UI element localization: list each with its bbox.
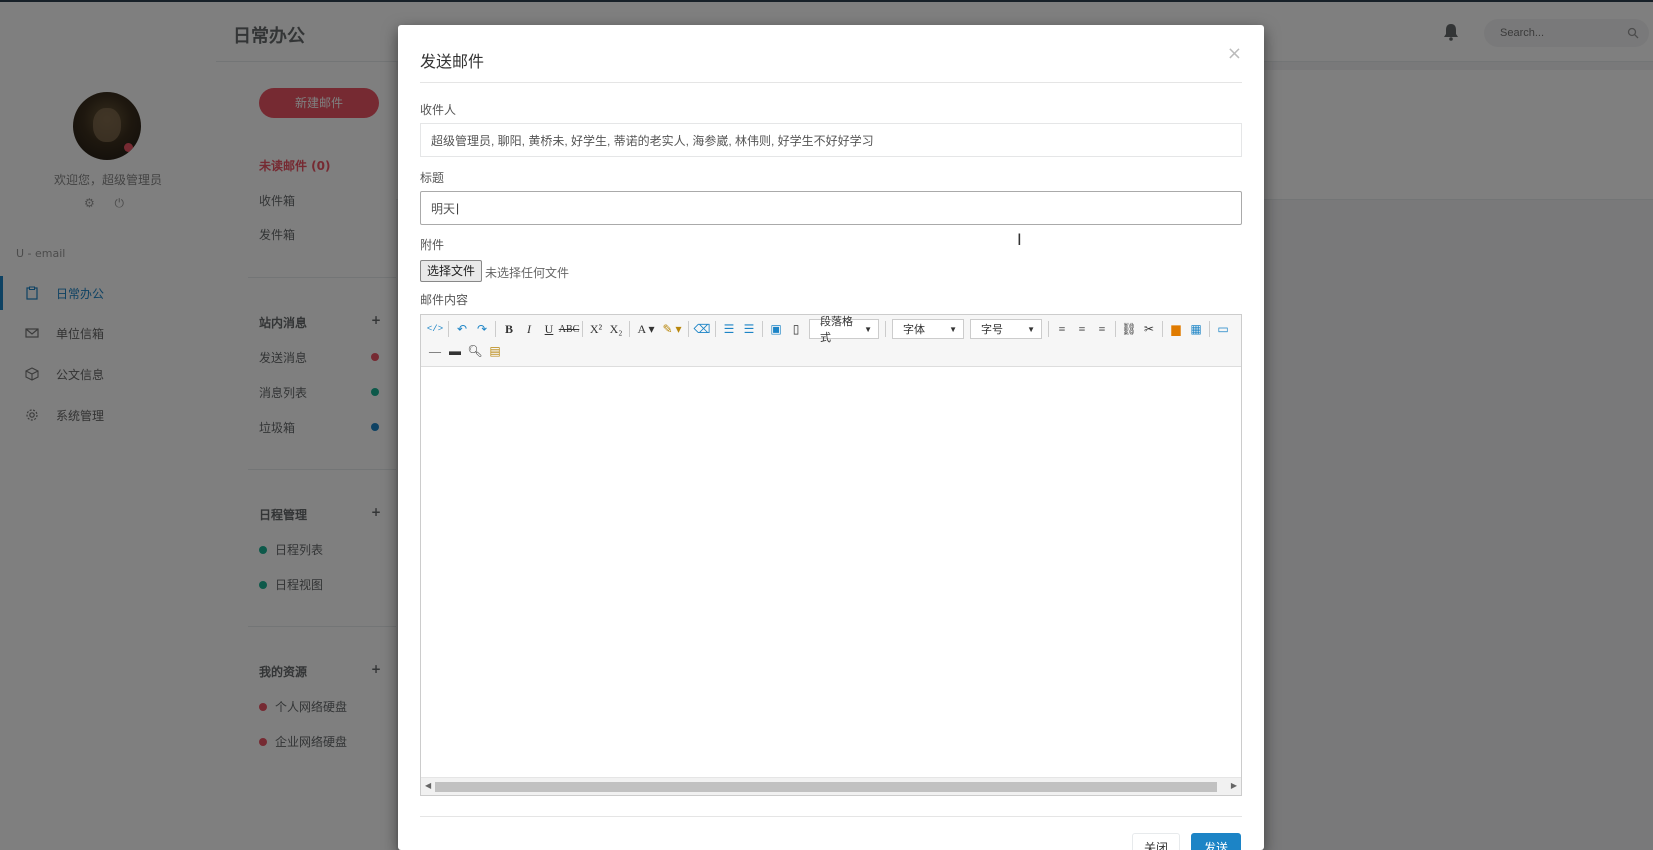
align-left-icon[interactable]: ≡	[1052, 319, 1072, 339]
text-box-icon[interactable]: ▣	[766, 319, 786, 339]
editor-content-area[interactable]	[421, 367, 1241, 777]
document-icon[interactable]: ▯	[786, 319, 806, 339]
image-icon[interactable]: ▆	[1166, 319, 1186, 339]
font-color-icon[interactable]: A ▾	[633, 319, 659, 339]
subscript-icon[interactable]: X₂	[606, 319, 626, 339]
attachment-label: 附件	[420, 238, 445, 252]
scroll-right-icon[interactable]: ▶	[1231, 781, 1237, 790]
file-status: 未选择任何文件	[485, 266, 570, 280]
italic-icon[interactable]: I	[519, 319, 539, 339]
text-cursor-icon: I	[1017, 230, 1022, 249]
fullscreen-icon[interactable]: ▭	[1213, 319, 1233, 339]
select-value: 字体	[903, 324, 925, 336]
scrollbar-thumb[interactable]	[435, 782, 1217, 792]
recipients-label: 收件人	[420, 103, 457, 117]
unordered-list-icon[interactable]: ☰	[739, 319, 759, 339]
subject-label: 标题	[420, 171, 445, 185]
font-family-select[interactable]: 字体 ▼	[892, 319, 964, 339]
table-icon[interactable]: ▦	[1186, 319, 1206, 339]
choose-file-button[interactable]: 选择文件	[420, 260, 483, 282]
horizontal-rule-icon[interactable]: —	[425, 341, 445, 361]
paragraph-format-select[interactable]: 段落格式 ▼	[809, 316, 879, 344]
divider	[420, 82, 1242, 83]
print-icon[interactable]: ▬	[445, 341, 465, 361]
underline-icon[interactable]: U	[539, 319, 559, 339]
recipients-value: 超级管理员, 聊阳, 黄桥未, 好学生, 蒂诺的老实人, 海参崴, 林伟则, 好…	[431, 133, 874, 148]
bold-icon[interactable]: B	[499, 319, 519, 339]
send-button[interactable]: 发送	[1191, 833, 1241, 850]
clear-format-icon[interactable]: ⌫	[692, 319, 712, 339]
strikethrough-icon[interactable]: ABC	[559, 319, 580, 339]
font-size-select[interactable]: 字号 ▼	[970, 319, 1042, 339]
superscript-icon[interactable]: X²	[586, 319, 606, 339]
dialog-title: 发送邮件	[420, 52, 485, 71]
source-code-icon[interactable]: </>	[425, 319, 445, 339]
send-mail-dialog: 发送邮件 × 收件人 超级管理员, 聊阳, 黄桥未, 好学生, 蒂诺的老实人, …	[398, 25, 1264, 850]
recipients-field[interactable]: 超级管理员, 聊阳, 黄桥未, 好学生, 蒂诺的老实人, 海参崴, 林伟则, 好…	[420, 123, 1242, 157]
content-label: 邮件内容	[420, 293, 469, 307]
divider	[420, 816, 1242, 817]
subject-value: 明天	[431, 201, 456, 216]
paste-icon[interactable]: ▤	[485, 341, 505, 361]
ordered-list-icon[interactable]: ☰	[719, 319, 739, 339]
close-icon[interactable]: ×	[1227, 43, 1242, 64]
align-right-icon[interactable]: ≡	[1092, 319, 1112, 339]
select-value: 字号	[981, 324, 1003, 336]
unlink-icon[interactable]: ✂	[1139, 319, 1159, 339]
highlight-color-icon[interactable]: ✎ ▾	[659, 319, 685, 339]
horizontal-scrollbar[interactable]: ◀ ▶	[421, 777, 1241, 795]
subject-field[interactable]: 明天 |	[420, 191, 1242, 225]
redo-icon[interactable]: ↷	[472, 319, 492, 339]
undo-icon[interactable]: ↶	[452, 319, 472, 339]
link-icon[interactable]: ⛓	[1119, 319, 1139, 339]
preview-icon[interactable]: 🔍︎	[465, 341, 485, 361]
select-value: 段落格式	[820, 316, 853, 344]
align-center-icon[interactable]: ≡	[1072, 319, 1092, 339]
scroll-left-icon[interactable]: ◀	[425, 781, 431, 790]
rich-text-editor: </> ↶ ↷ B I U ABC X² X₂ A ▾ ✎ ▾ ⌫ ☰ ☰ ▣ …	[420, 314, 1242, 796]
close-button[interactable]: 关闭	[1132, 833, 1180, 850]
editor-toolbar: </> ↶ ↷ B I U ABC X² X₂ A ▾ ✎ ▾ ⌫ ☰ ☰ ▣ …	[421, 315, 1241, 367]
